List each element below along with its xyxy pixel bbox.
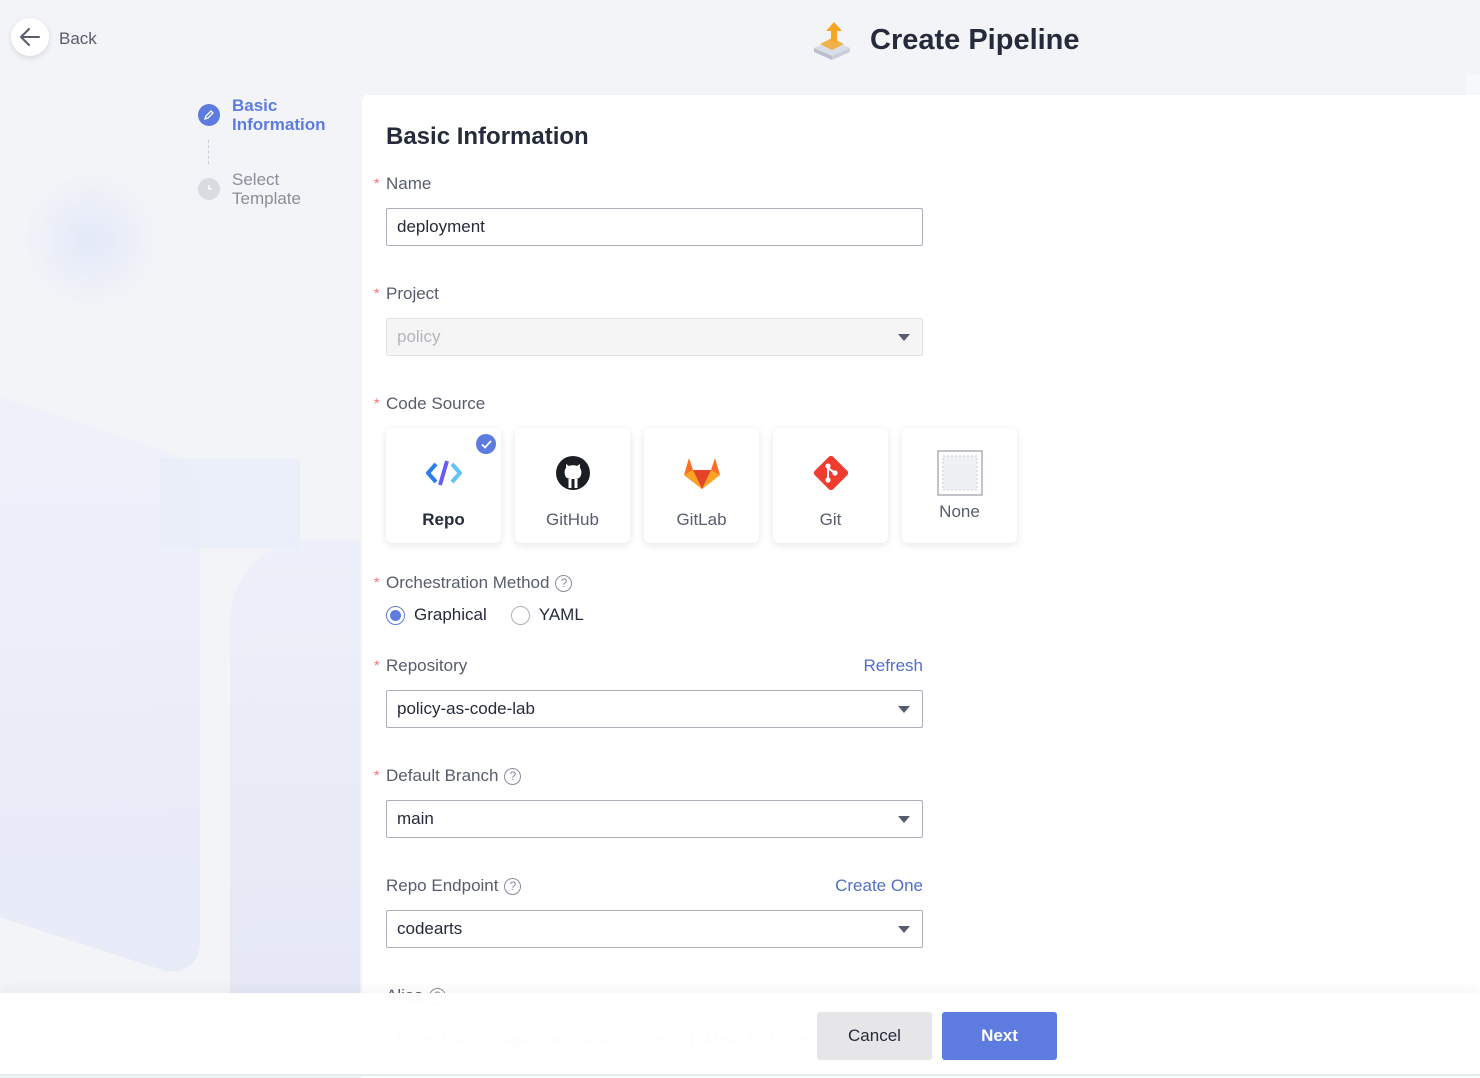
repo-endpoint-value: codearts [397,919,463,938]
step-basic-information[interactable]: Basic Information [198,96,332,134]
code-source-options: Repo GitHub GitLab Git None [386,428,1026,543]
help-icon[interactable]: ? [504,767,522,785]
name-field: * Name [374,173,1026,246]
next-button[interactable]: Next [942,1012,1057,1060]
step-connector [208,140,209,164]
orchestration-radio-group: Graphical YAML [386,605,1026,625]
source-github[interactable]: GitHub [515,428,630,543]
refresh-link[interactable]: Refresh [863,656,923,676]
page-title: Create Pipeline [870,23,1080,56]
required-marker: * [374,767,380,783]
source-label: Repo [422,510,465,529]
default-branch-label-text: Default Branch [386,766,499,785]
project-field: * Project policy [374,283,1026,356]
project-select: policy [386,318,923,356]
source-git[interactable]: Git [773,428,888,543]
basic-information-form: Basic Information * Name * Project polic… [374,123,1026,1078]
required-marker: * [374,574,380,590]
source-none[interactable]: None [902,428,1017,543]
form-card: Basic Information * Name * Project polic… [362,95,1480,1078]
source-repo[interactable]: Repo [386,428,501,543]
radio-unchecked-icon [510,605,530,625]
wizard-steps: Basic Information Select Template [198,96,332,208]
step-label: Select Template [232,170,301,208]
source-label: GitHub [546,510,599,529]
chevron-down-icon [898,815,910,823]
repository-field: * Repository Refresh policy-as-code-lab [374,655,1026,728]
git-icon [812,454,850,492]
radio-label: YAML [538,605,584,624]
default-branch-value: main [397,809,434,828]
pipeline-icon [814,22,850,60]
project-label: Project [386,284,439,303]
repo-endpoint-field: Repo Endpoint ? Create One codearts [386,875,1026,948]
required-marker: * [374,285,380,301]
code-source-label: Code Source [386,394,486,413]
source-label: Git [819,510,842,529]
create-one-link[interactable]: Create One [835,876,923,896]
background-decoration [0,380,360,1000]
step-label: Basic Information [232,96,326,134]
source-label: GitLab [676,510,727,529]
edit-icon [198,104,220,126]
none-icon [936,450,984,496]
project-value: policy [397,327,441,346]
repo-endpoint-label-text: Repo Endpoint [386,876,499,895]
repo-endpoint-label: Repo Endpoint ? [386,876,522,896]
repository-label: Repository [386,656,468,675]
github-icon [555,454,591,492]
page-header: Create Pipeline [810,18,1080,62]
chevron-down-icon [898,333,910,341]
step-select-template[interactable]: Select Template [198,170,332,208]
required-marker: * [374,657,380,673]
gitlab-icon [683,454,721,492]
chevron-down-icon [898,705,910,713]
clock-icon [198,178,220,200]
back-button[interactable] [11,18,49,56]
form-title: Basic Information [386,123,589,150]
cancel-button[interactable]: Cancel [817,1012,932,1060]
required-marker: * [374,175,380,191]
repo-icon [425,454,462,492]
arrow-left-icon [20,28,40,46]
source-label: None [939,502,980,521]
repository-value: policy-as-code-lab [397,699,535,718]
edge-strip [1466,75,1480,95]
default-branch-label: Default Branch ? [386,766,522,786]
repository-select[interactable]: policy-as-code-lab [386,690,923,728]
help-icon[interactable]: ? [504,877,522,895]
default-branch-field: * Default Branch ? main [374,765,1026,838]
orchestration-field: * Orchestration Method ? Graphical YAML [374,572,1026,625]
radio-checked-icon [386,605,405,625]
radio-label: Graphical [414,605,487,624]
orchestration-label-text: Orchestration Method [386,573,550,592]
radio-graphical[interactable]: Graphical [386,605,487,625]
code-source-field: * Code Source Repo GitHub GitLab Git Non… [374,393,1026,543]
check-icon [476,434,496,454]
help-icon[interactable]: ? [555,574,573,592]
name-label: Name [386,174,432,193]
orchestration-label: Orchestration Method ? [386,573,573,593]
back-label[interactable]: Back [59,29,97,49]
name-input[interactable] [386,208,923,246]
radio-yaml[interactable]: YAML [510,605,584,625]
background-glow [20,170,160,310]
default-branch-select[interactable]: main [386,800,923,838]
repo-endpoint-select[interactable]: codearts [386,910,923,948]
required-marker: * [374,395,380,411]
source-gitlab[interactable]: GitLab [644,428,759,543]
chevron-down-icon [898,925,910,933]
footer-bar: Cancel Next [0,993,1480,1076]
